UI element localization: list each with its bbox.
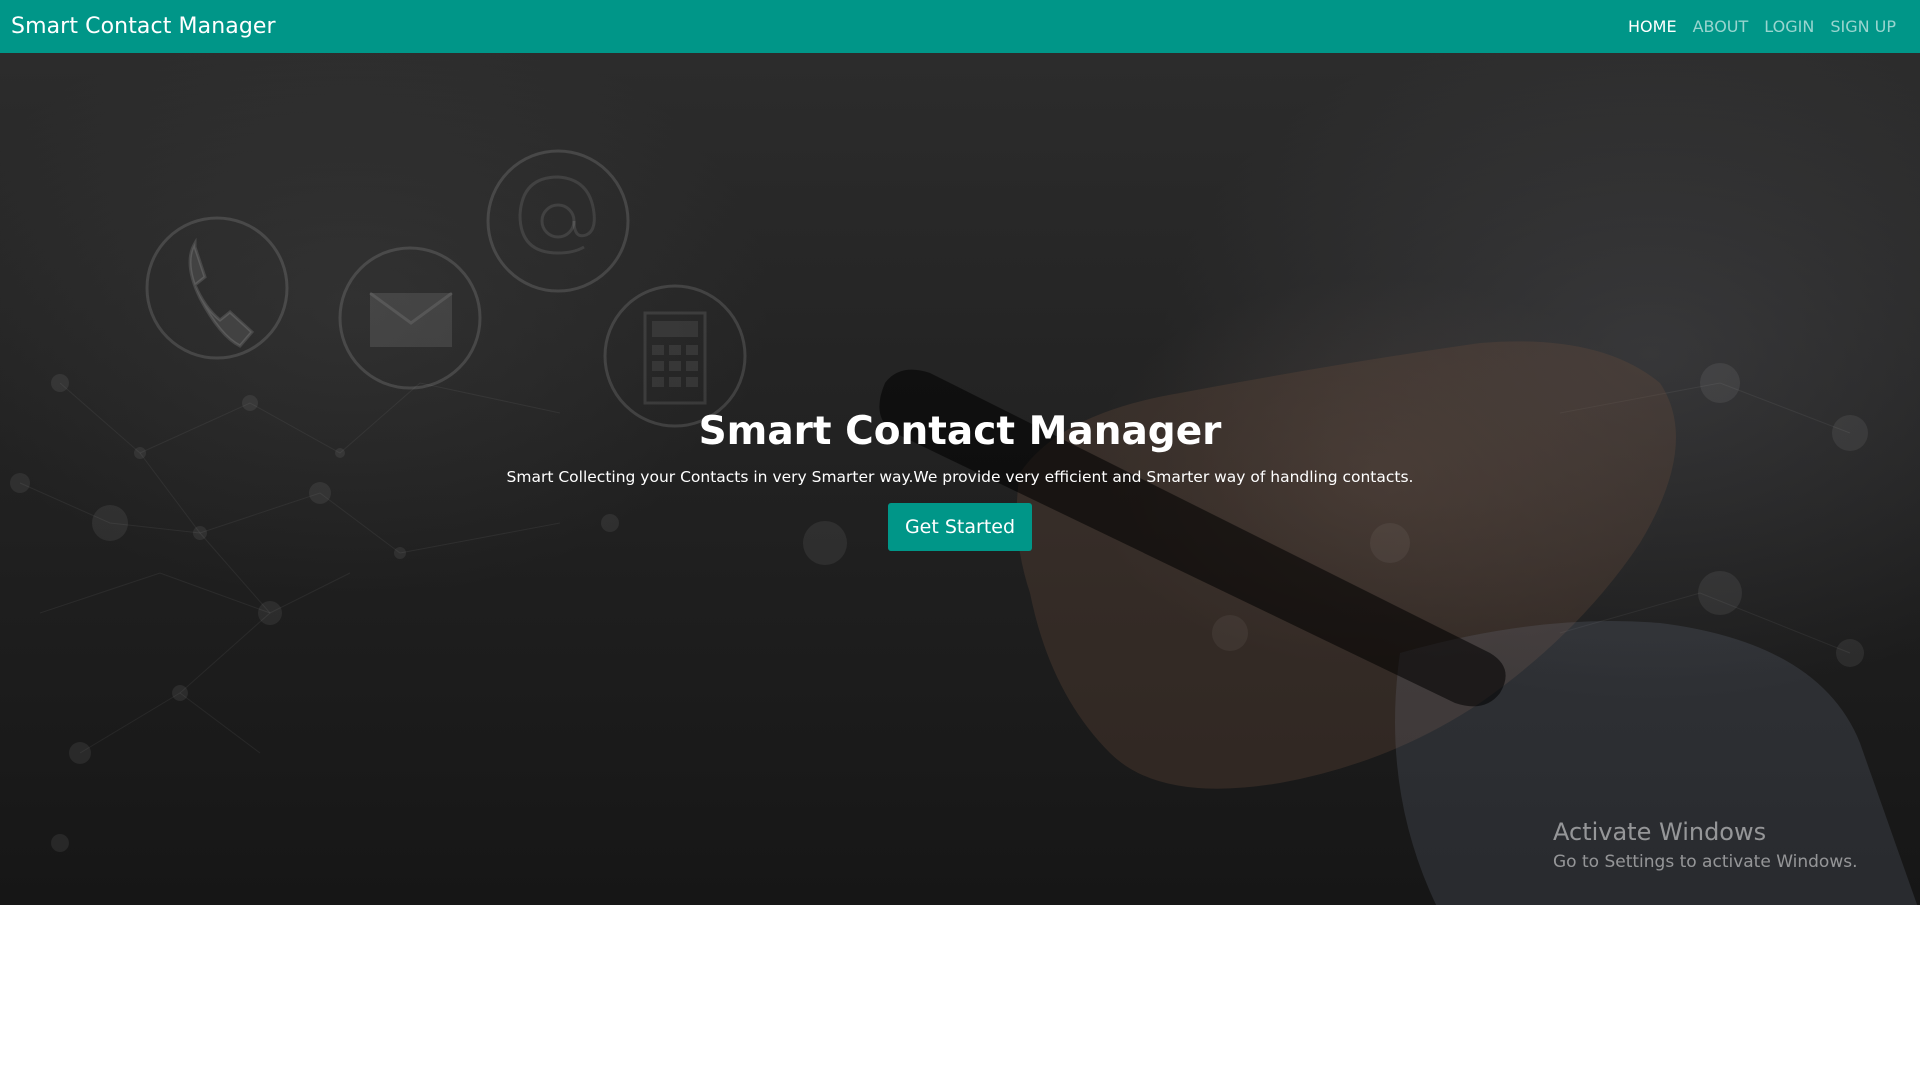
hero-title: Smart Contact Manager bbox=[698, 409, 1222, 454]
phone-icon bbox=[145, 216, 289, 360]
hero-content: Smart Contact Manager Smart Collecting y… bbox=[0, 409, 1920, 551]
brand-link[interactable]: Smart Contact Manager bbox=[11, 14, 276, 39]
nav-link-home[interactable]: HOME bbox=[1628, 17, 1677, 36]
envelope-icon bbox=[338, 246, 482, 390]
hero-subtitle: Smart Collecting your Contacts in very S… bbox=[506, 467, 1414, 486]
nav-links: HOME ABOUT LOGIN SIGN UP bbox=[1628, 17, 1908, 36]
activate-windows-watermark: Activate Windows Go to Settings to activ… bbox=[1553, 818, 1858, 872]
get-started-button[interactable]: Get Started bbox=[887, 502, 1033, 551]
calculator-icon bbox=[603, 284, 747, 428]
nav-link-signup[interactable]: SIGN UP bbox=[1830, 17, 1896, 36]
navbar: Smart Contact Manager HOME ABOUT LOGIN S… bbox=[0, 0, 1920, 53]
at-sign-icon bbox=[486, 149, 630, 293]
watermark-title: Activate Windows bbox=[1553, 818, 1767, 846]
watermark-subtitle: Go to Settings to activate Windows. bbox=[1553, 852, 1858, 872]
nav-link-login[interactable]: LOGIN bbox=[1764, 17, 1814, 36]
hero-section: Smart Contact Manager Smart Collecting y… bbox=[0, 53, 1920, 905]
nav-link-about[interactable]: ABOUT bbox=[1693, 17, 1749, 36]
